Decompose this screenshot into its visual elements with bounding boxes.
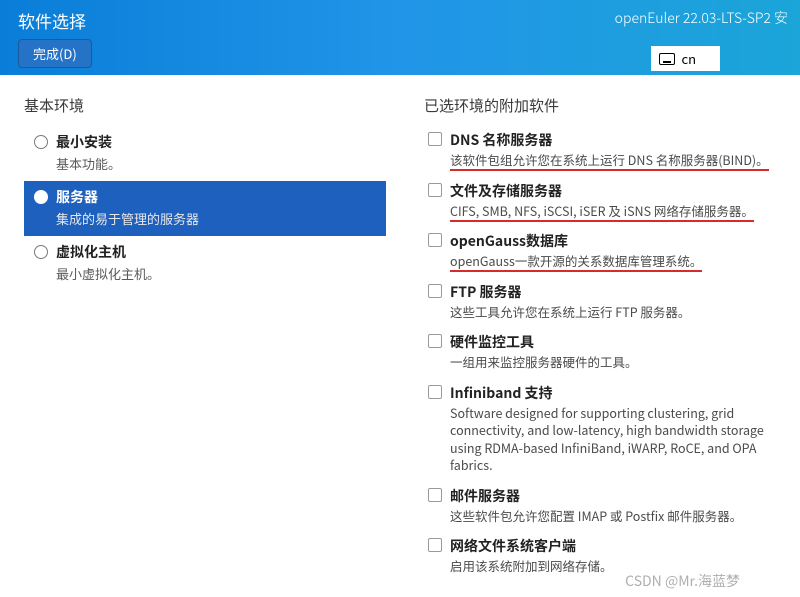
base-environment-column: 基本环境 最小安装基本功能。服务器集成的易于管理的服务器虚拟化主机最小虚拟化主机…	[0, 75, 400, 597]
addon-list: DNS 名称服务器该软件包组允许您在系统上运行 DNS 名称服务器(BIND)。…	[424, 126, 786, 583]
checkbox-icon	[428, 334, 442, 348]
env-item[interactable]: 虚拟化主机最小虚拟化主机。	[24, 236, 386, 291]
addon-desc: CIFS, SMB, NFS, iSCSI, iSER 及 iSNS 网络存储服…	[450, 202, 782, 220]
addon-desc: 这些工具允许您在系统上运行 FTP 服务器。	[450, 303, 782, 321]
env-label: 最小安装	[56, 132, 112, 152]
env-label: 服务器	[56, 187, 98, 207]
addon-item[interactable]: 文件及存储服务器CIFS, SMB, NFS, iSCSI, iSER 及 iS…	[424, 177, 786, 228]
checkbox-icon	[428, 284, 442, 298]
base-env-heading: 基本环境	[24, 95, 386, 116]
addon-heading: 已选环境的附加软件	[424, 95, 786, 116]
addon-label: 硬件监控工具	[450, 332, 534, 352]
addon-item[interactable]: Infiniband 支持Software designed for suppo…	[424, 379, 786, 482]
checkbox-icon	[428, 132, 442, 146]
addon-label: DNS 名称服务器	[450, 130, 552, 150]
env-item[interactable]: 服务器集成的易于管理的服务器	[24, 181, 386, 236]
addon-desc: 该软件包组允许您在系统上运行 DNS 名称服务器(BIND)。	[450, 151, 782, 169]
addon-desc: Software designed for supporting cluster…	[450, 404, 782, 474]
addon-desc: 一组用来监控服务器硬件的工具。	[450, 353, 782, 371]
addon-label: FTP 服务器	[450, 282, 521, 302]
language-code: cn	[681, 49, 696, 68]
addon-item[interactable]: openGauss数据库openGauss一款开源的关系数据库管理系统。	[424, 227, 786, 278]
watermark: CSDN @Mr.海蓝梦	[625, 571, 740, 591]
addon-column: 已选环境的附加软件 DNS 名称服务器该软件包组允许您在系统上运行 DNS 名称…	[400, 75, 800, 597]
header: 软件选择 完成(D) openEuler 22.03-LTS-SP2 安 cn	[0, 0, 800, 75]
addon-item[interactable]: FTP 服务器这些工具允许您在系统上运行 FTP 服务器。	[424, 278, 786, 329]
radio-icon	[34, 245, 48, 259]
addon-desc: 这些软件包允许您配置 IMAP 或 Postfix 邮件服务器。	[450, 507, 782, 525]
radio-icon	[34, 190, 48, 204]
addon-label: 网络文件系统客户端	[450, 536, 576, 556]
checkbox-icon	[428, 233, 442, 247]
env-item[interactable]: 最小安装基本功能。	[24, 126, 386, 181]
base-env-list: 最小安装基本功能。服务器集成的易于管理的服务器虚拟化主机最小虚拟化主机。	[24, 126, 386, 291]
env-desc: 最小虚拟化主机。	[56, 264, 378, 283]
addon-desc: openGauss一款开源的关系数据库管理系统。	[450, 252, 782, 270]
addon-label: openGauss数据库	[450, 231, 568, 251]
addon-label: 文件及存储服务器	[450, 181, 562, 201]
distro-label: openEuler 22.03-LTS-SP2 安	[615, 8, 788, 28]
checkbox-icon	[428, 385, 442, 399]
env-desc: 基本功能。	[56, 154, 378, 173]
env-label: 虚拟化主机	[56, 242, 126, 262]
addon-item[interactable]: 硬件监控工具一组用来监控服务器硬件的工具。	[424, 328, 786, 379]
keyboard-icon	[659, 53, 675, 65]
content: 基本环境 最小安装基本功能。服务器集成的易于管理的服务器虚拟化主机最小虚拟化主机…	[0, 75, 800, 597]
language-indicator[interactable]: cn	[651, 46, 720, 71]
addon-item[interactable]: DNS 名称服务器该软件包组允许您在系统上运行 DNS 名称服务器(BIND)。	[424, 126, 786, 177]
checkbox-icon	[428, 538, 442, 552]
env-desc: 集成的易于管理的服务器	[56, 209, 378, 228]
addon-label: 邮件服务器	[450, 486, 520, 506]
addon-item[interactable]: 邮件服务器这些软件包允许您配置 IMAP 或 Postfix 邮件服务器。	[424, 482, 786, 533]
done-button[interactable]: 完成(D)	[18, 39, 92, 68]
radio-icon	[34, 135, 48, 149]
checkbox-icon	[428, 488, 442, 502]
checkbox-icon	[428, 183, 442, 197]
addon-label: Infiniband 支持	[450, 383, 553, 403]
